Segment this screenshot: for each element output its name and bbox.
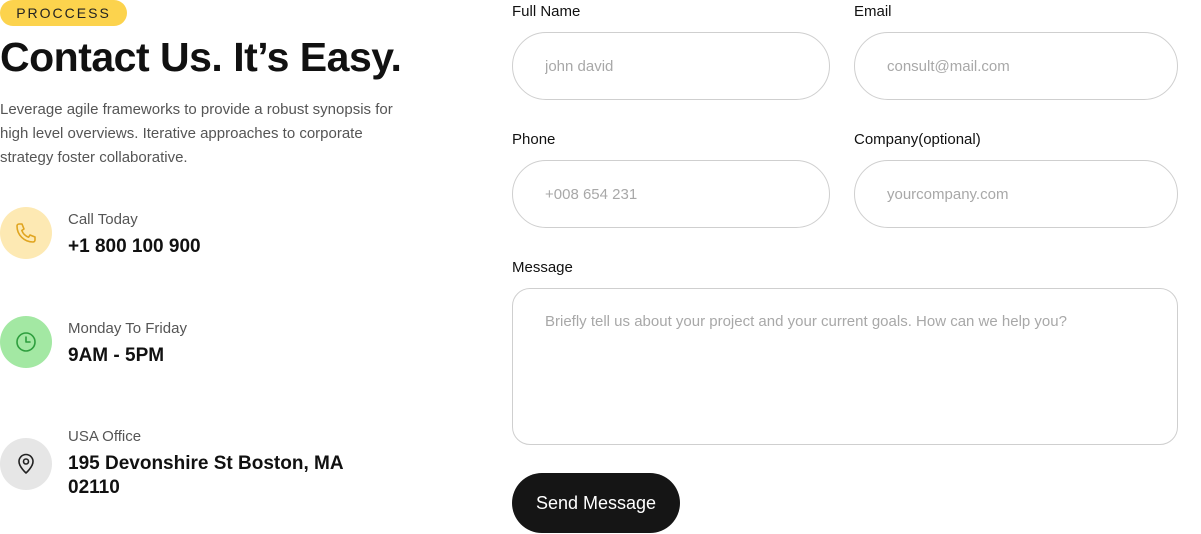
email-label: Email (854, 3, 892, 20)
phone-icon (0, 207, 52, 259)
lead-text: Leverage agile frameworks to provide a r… (0, 101, 393, 166)
email-input[interactable] (854, 32, 1178, 100)
map-pin-icon (0, 438, 52, 490)
phone-field-label: Phone (512, 131, 556, 148)
hours-label: Monday To Friday (68, 320, 187, 337)
message-textarea[interactable] (512, 288, 1178, 445)
company-input[interactable] (854, 160, 1178, 228)
process-badge: PROCCESS (0, 0, 127, 26)
full-name-label: Full Name (512, 3, 581, 20)
send-message-button[interactable]: Send Message (512, 473, 680, 533)
full-name-input[interactable] (512, 32, 830, 100)
office-label: USA Office (68, 428, 142, 445)
hours-value: 9AM - 5PM (68, 345, 165, 366)
message-label: Message (512, 259, 573, 276)
page-title: Contact Us. It’s Easy. (0, 34, 402, 80)
office-value: 195 Devonshire St Boston, MA 02110 (68, 453, 343, 498)
clock-icon (0, 316, 52, 368)
phone-label: Call Today (68, 211, 138, 228)
company-label: Company(optional) (854, 131, 981, 148)
phone-value: +1 800 100 900 (68, 236, 201, 257)
phone-input[interactable] (512, 160, 830, 228)
